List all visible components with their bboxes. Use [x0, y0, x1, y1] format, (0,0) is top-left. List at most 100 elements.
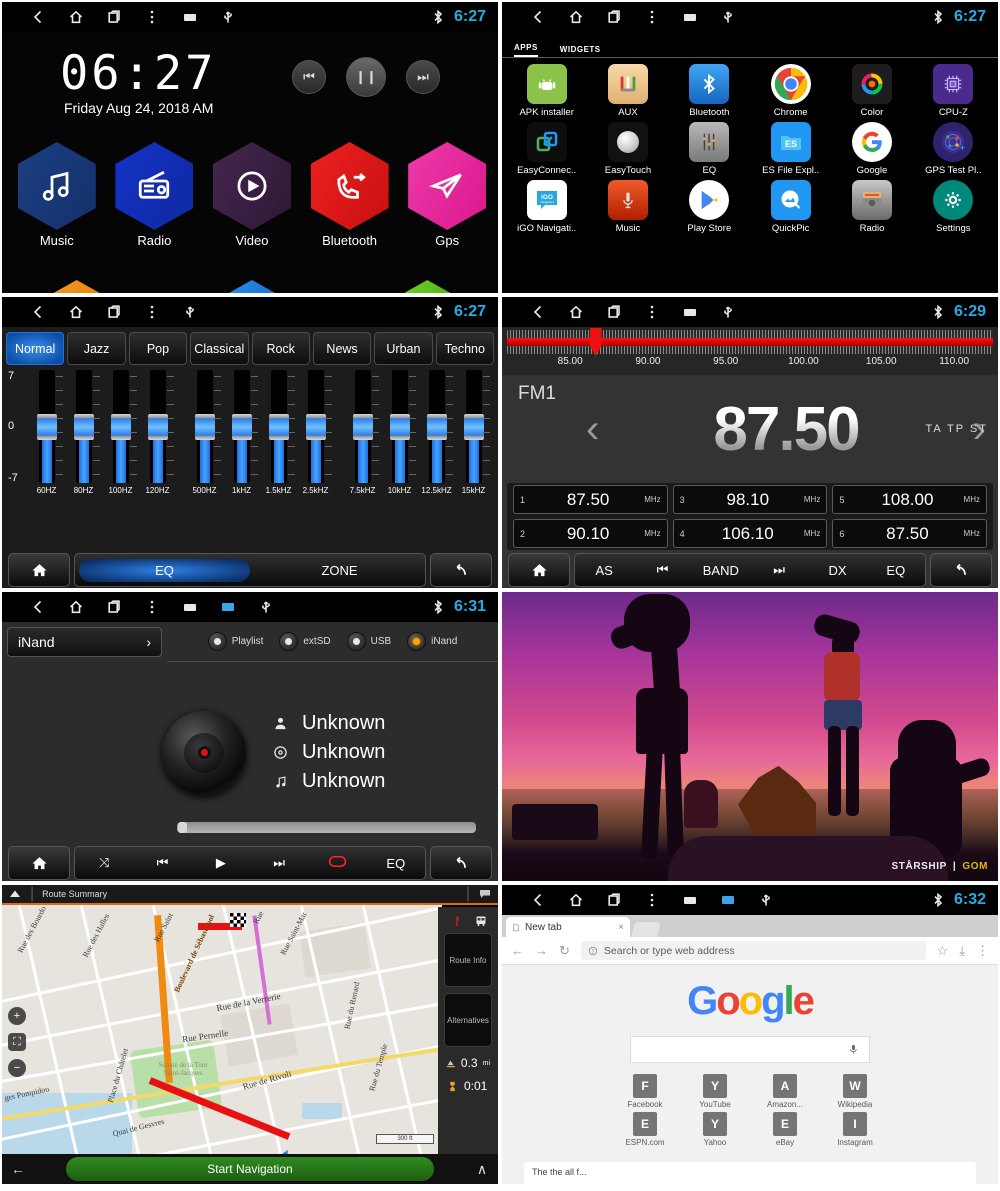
- home-icon[interactable]: [68, 304, 84, 320]
- overflow-icon[interactable]: [644, 9, 660, 25]
- screenshot-icon[interactable]: [682, 9, 698, 25]
- source-extsd[interactable]: extSD: [279, 632, 331, 651]
- eq-slider-knob[interactable]: [268, 414, 289, 440]
- browser-tab[interactable]: New tab ×: [506, 917, 630, 937]
- eq-preset-rock[interactable]: Rock: [251, 332, 310, 365]
- tab-apps[interactable]: APPS: [514, 43, 538, 57]
- app-es-file-explorer[interactable]: ES ES File Expl..: [750, 122, 831, 176]
- next-track-button[interactable]: ⏭: [406, 60, 440, 94]
- zone-tab[interactable]: ZONE: [254, 563, 425, 578]
- back-icon[interactable]: [30, 599, 46, 615]
- shortcut-facebook[interactable]: F Facebook: [622, 1074, 668, 1109]
- music-source-selector[interactable]: iNand ›: [7, 627, 162, 657]
- screenshot-icon[interactable]: [182, 9, 198, 25]
- home-shortcut-music[interactable]: Music: [11, 142, 103, 248]
- eq-slider-knob[interactable]: [147, 414, 168, 440]
- radio-preset-6[interactable]: 6 87.50 MHz: [832, 519, 987, 548]
- radio-preset-3[interactable]: 3 98.10 MHz: [672, 485, 828, 514]
- home-button[interactable]: [508, 553, 570, 587]
- frequency-down-button[interactable]: ‹: [586, 407, 599, 452]
- recents-icon[interactable]: [106, 9, 122, 25]
- tuner-pointer[interactable]: [589, 328, 602, 356]
- eq-band-120hz[interactable]: 120HZ: [139, 370, 176, 550]
- eq-slider-track[interactable]: [194, 370, 221, 483]
- shortcut-amazon[interactable]: A Amazon...: [762, 1074, 808, 1109]
- reload-button[interactable]: ↻: [559, 943, 570, 959]
- app-gps-test-plus[interactable]: + GPS Test Pl..: [913, 122, 994, 176]
- home-icon[interactable]: [568, 304, 584, 320]
- recents-icon[interactable]: [606, 304, 622, 320]
- eq-slider-knob[interactable]: [305, 414, 326, 440]
- google-search-box[interactable]: [630, 1036, 870, 1063]
- eq-button[interactable]: EQ: [367, 856, 425, 871]
- eq-slider-track[interactable]: [147, 370, 174, 483]
- home-icon[interactable]: [68, 599, 84, 615]
- browser-forward-button[interactable]: →: [535, 943, 548, 958]
- eq-band-10khz[interactable]: 10kHZ: [381, 370, 418, 550]
- overflow-icon[interactable]: [644, 892, 660, 908]
- radio-preset-2[interactable]: 2 90.10 MHz: [513, 519, 668, 548]
- back-icon[interactable]: [530, 892, 546, 908]
- eq-band-60hz[interactable]: 60HZ: [28, 370, 65, 550]
- pause-button[interactable]: ❙❙: [346, 57, 386, 97]
- eq-tab[interactable]: EQ: [79, 558, 250, 582]
- home-hex-button[interactable]: [227, 280, 276, 293]
- chrome-menu-icon[interactable]: ⋮: [976, 943, 989, 959]
- app-igo-navigation[interactable]: iGO navigation iGO Navigati..: [506, 180, 587, 234]
- nav-map-canvas[interactable]: Rue des Bourdo Rue des Halles Rue Saint …: [2, 905, 442, 1154]
- back-button[interactable]: [430, 846, 492, 880]
- recents-icon[interactable]: [606, 892, 622, 908]
- app-music[interactable]: Music: [587, 180, 668, 234]
- bus-icon[interactable]: [474, 915, 488, 927]
- recents-icon[interactable]: [106, 599, 122, 615]
- eq-preset-classical[interactable]: Classical: [190, 332, 249, 365]
- seek-up-button[interactable]: ⏭: [750, 562, 808, 578]
- message-icon[interactable]: [220, 599, 236, 615]
- back-button[interactable]: [430, 553, 492, 587]
- eq-slider-track[interactable]: [73, 370, 100, 483]
- band-button[interactable]: BAND: [692, 563, 750, 578]
- app-play-store[interactable]: Play Store: [669, 180, 750, 234]
- bookmark-icon[interactable]: ☆: [937, 943, 949, 959]
- home-icon[interactable]: [68, 9, 84, 25]
- usb-icon[interactable]: [182, 304, 198, 320]
- eq-preset-jazz[interactable]: Jazz: [67, 332, 126, 365]
- nav-expand-button[interactable]: ∧: [466, 1161, 498, 1178]
- seek-down-button[interactable]: ⏮: [633, 562, 691, 578]
- eq-band-1khz[interactable]: 1kHZ: [223, 370, 260, 550]
- settings-hex-button[interactable]: [403, 280, 452, 293]
- eq-preset-news[interactable]: News: [312, 332, 372, 365]
- app-cpu-z[interactable]: CPU-Z: [913, 64, 994, 118]
- home-shortcut-gps[interactable]: Gps: [401, 142, 493, 248]
- source-playlist[interactable]: Playlist: [207, 632, 263, 651]
- radio-preset-5[interactable]: 5 108.00 MHz: [832, 485, 987, 514]
- article-card[interactable]: The the all f...: [524, 1162, 976, 1184]
- start-navigation-button[interactable]: Start Navigation: [66, 1157, 434, 1181]
- shortcut-espn[interactable]: E ESPN.com: [622, 1112, 668, 1147]
- screenshot-icon[interactable]: [682, 304, 698, 320]
- usb-icon[interactable]: [258, 599, 274, 615]
- radio-dot[interactable]: [346, 632, 366, 651]
- home-button[interactable]: [8, 846, 70, 880]
- eq-slider-knob[interactable]: [194, 414, 215, 440]
- radio-hex[interactable]: [115, 142, 194, 230]
- usb-icon[interactable]: [758, 892, 774, 908]
- shortcut-wikipedia[interactable]: W Wikipedia: [832, 1074, 878, 1109]
- nav-hex-button[interactable]: [52, 280, 101, 293]
- overflow-icon[interactable]: [144, 599, 160, 615]
- eq-band-80hz[interactable]: 80HZ: [65, 370, 102, 550]
- usb-icon[interactable]: [720, 9, 736, 25]
- app-color[interactable]: Color: [831, 64, 912, 118]
- shortcut-youtube[interactable]: Y YouTube: [692, 1074, 738, 1109]
- dx-button[interactable]: DX: [808, 563, 866, 578]
- new-tab-button[interactable]: [631, 922, 661, 937]
- app-radio[interactable]: Radio: [831, 180, 912, 234]
- eq-band-500hz[interactable]: 500HZ: [186, 370, 223, 550]
- home-shortcut-radio[interactable]: Radio: [108, 142, 200, 248]
- gps-hex[interactable]: [408, 142, 487, 230]
- source-inand[interactable]: iNand: [407, 632, 457, 651]
- video-hex[interactable]: [212, 142, 291, 230]
- message-icon[interactable]: [720, 892, 736, 908]
- download-icon[interactable]: ⤓: [959, 943, 965, 959]
- previous-track-button[interactable]: ⏮: [292, 60, 326, 94]
